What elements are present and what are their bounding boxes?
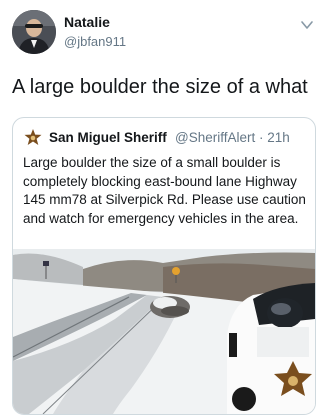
avatar[interactable] [12,10,56,54]
quoted-tweet-text: Large boulder the size of a small boulde… [23,155,306,226]
quoted-author-handle[interactable]: @SheriffAlert · 21h [175,130,290,145]
chevron-down-icon[interactable] [300,18,314,32]
tweet-photo[interactable] [13,249,315,414]
author-handle[interactable]: @jbfan911 [64,34,126,49]
tweet-text: A large boulder the size of a what [12,76,308,98]
quoted-tweet[interactable]: San Miguel Sheriff @SheriffAlert · 21h L… [12,117,316,415]
sheriff-star-icon [24,129,42,145]
tweet-header: Natalie @jbfan911 [12,10,314,60]
quoted-tweet-header: San Miguel Sheriff @SheriffAlert · 21h [23,128,308,148]
author-name[interactable]: Natalie [64,14,110,30]
quoted-author-name[interactable]: San Miguel Sheriff [49,130,167,145]
